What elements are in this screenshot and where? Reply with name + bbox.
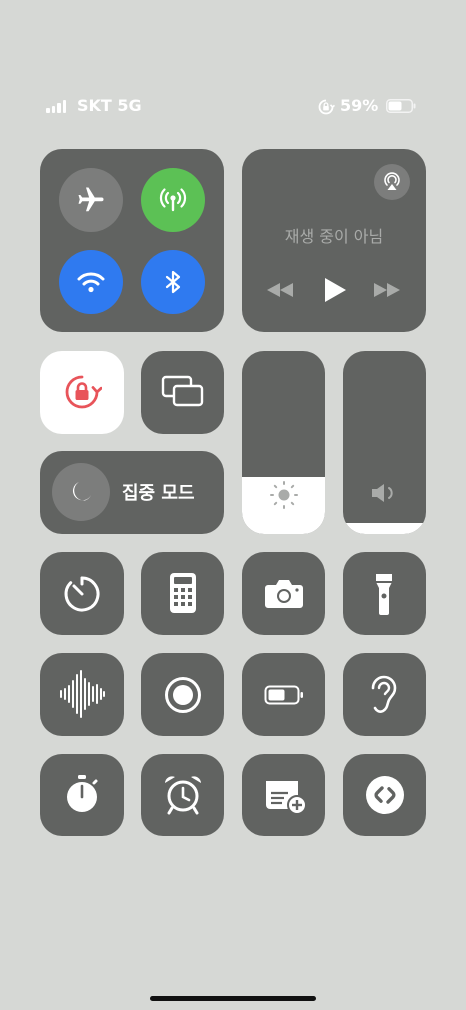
low-power-mode-button[interactable]	[242, 653, 325, 736]
signal-strength-icon	[46, 100, 66, 113]
flashlight-icon	[376, 574, 392, 615]
bluetooth-icon	[165, 270, 181, 294]
flashlight-button[interactable]	[343, 552, 426, 635]
camera-button[interactable]	[242, 552, 325, 635]
status-bar: SKT 5G 59%	[0, 94, 466, 120]
airplay-icon	[384, 172, 400, 190]
sound-recognition-icon	[60, 670, 105, 718]
home-indicator[interactable]	[150, 996, 316, 1001]
now-playing-panel[interactable]: 재생 중이 아님	[242, 149, 426, 332]
connectivity-panel	[40, 149, 224, 332]
camera-icon	[265, 580, 303, 608]
quick-note-icon	[266, 781, 307, 815]
alarm-icon	[165, 776, 201, 815]
focus-icon-background	[52, 463, 110, 521]
airplane-mode-button[interactable]	[59, 168, 123, 232]
orientation-lock-icon	[65, 375, 102, 409]
cellular-data-button[interactable]	[141, 168, 205, 232]
timer-button[interactable]	[40, 552, 124, 635]
speaker-icon	[372, 484, 393, 502]
brightness-slider[interactable]	[242, 351, 325, 534]
sun-icon	[270, 481, 298, 509]
battery-percentage: 59%	[340, 96, 379, 115]
stopwatch-button[interactable]	[40, 754, 124, 836]
stopwatch-icon	[67, 775, 98, 812]
moon-icon	[72, 482, 91, 501]
calculator-icon	[170, 573, 196, 613]
low-power-battery-icon	[264, 685, 303, 705]
airplay-button[interactable]	[374, 164, 410, 200]
screen-recording-button[interactable]	[141, 653, 224, 736]
orientation-lock-button[interactable]	[40, 351, 124, 434]
volume-level-fill	[343, 523, 426, 534]
wifi-icon	[77, 272, 105, 293]
focus-mode-label: 집중 모드	[122, 483, 195, 504]
screen-record-icon	[165, 677, 201, 713]
focus-mode-button[interactable]: 집중 모드	[40, 451, 224, 534]
sound-recognition-button[interactable]	[40, 653, 124, 736]
hearing-icon	[371, 675, 397, 713]
orientation-lock-icon	[318, 99, 335, 115]
cellular-antenna-icon	[159, 188, 187, 212]
volume-slider[interactable]	[343, 351, 426, 534]
screen-mirroring-icon	[161, 375, 204, 407]
screen-mirroring-button[interactable]	[141, 351, 224, 434]
hearing-button[interactable]	[343, 653, 426, 736]
airplane-icon	[78, 187, 104, 212]
bluetooth-button[interactable]	[141, 250, 205, 314]
timer-icon	[64, 576, 100, 612]
alarm-button[interactable]	[141, 754, 224, 836]
carrier-label: SKT 5G	[77, 96, 142, 115]
play-icon[interactable]	[322, 276, 348, 304]
now-playing-status: 재생 중이 아님	[284, 227, 384, 246]
wifi-button[interactable]	[59, 250, 123, 314]
fast-forward-icon[interactable]	[373, 281, 401, 299]
shazam-button[interactable]	[343, 754, 426, 836]
shazam-icon	[366, 776, 404, 814]
quick-note-button[interactable]	[242, 754, 325, 836]
battery-icon	[386, 99, 416, 113]
calculator-button[interactable]	[141, 552, 224, 635]
rewind-icon[interactable]	[266, 281, 294, 299]
